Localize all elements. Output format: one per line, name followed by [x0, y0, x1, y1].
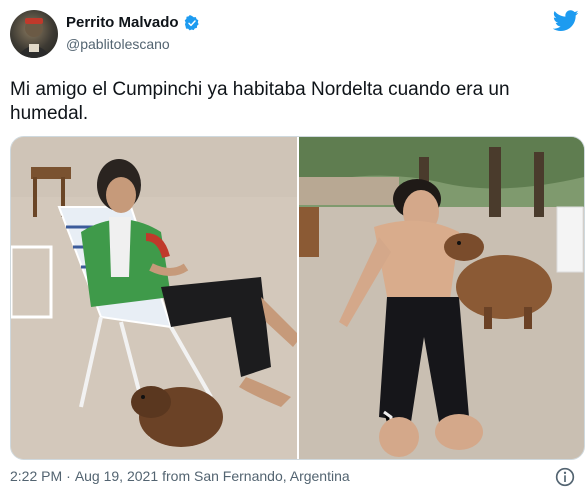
author-handle[interactable]: @pablitolescano — [66, 36, 170, 52]
tweet-photo-right[interactable] — [299, 137, 584, 459]
verified-badge-icon — [184, 14, 200, 31]
tweet-source: from San Fernando, Argentina — [162, 468, 350, 484]
avatar[interactable] — [10, 10, 58, 58]
tweet-time[interactable]: 2:22 PM — [10, 468, 62, 484]
tweet-meta: 2:22 PM · Aug 19, 2021 from San Fernando… — [10, 468, 350, 484]
info-icon[interactable] — [555, 467, 575, 487]
tweet-photo-left[interactable] — [11, 137, 297, 459]
tweet-card: Perrito Malvado @pablitolescano Mi amigo… — [0, 0, 587, 500]
twitter-bird-icon[interactable] — [552, 10, 579, 32]
meta-separator: · — [66, 468, 71, 484]
author-display-name[interactable]: Perrito Malvado — [66, 14, 179, 31]
tweet-text: Mi amigo el Cumpinchi ya habitaba Nordel… — [10, 79, 510, 124]
tweet-media[interactable] — [10, 136, 585, 460]
tweet-date[interactable]: Aug 19, 2021 — [75, 468, 158, 484]
author-name-row: Perrito Malvado — [66, 14, 200, 31]
